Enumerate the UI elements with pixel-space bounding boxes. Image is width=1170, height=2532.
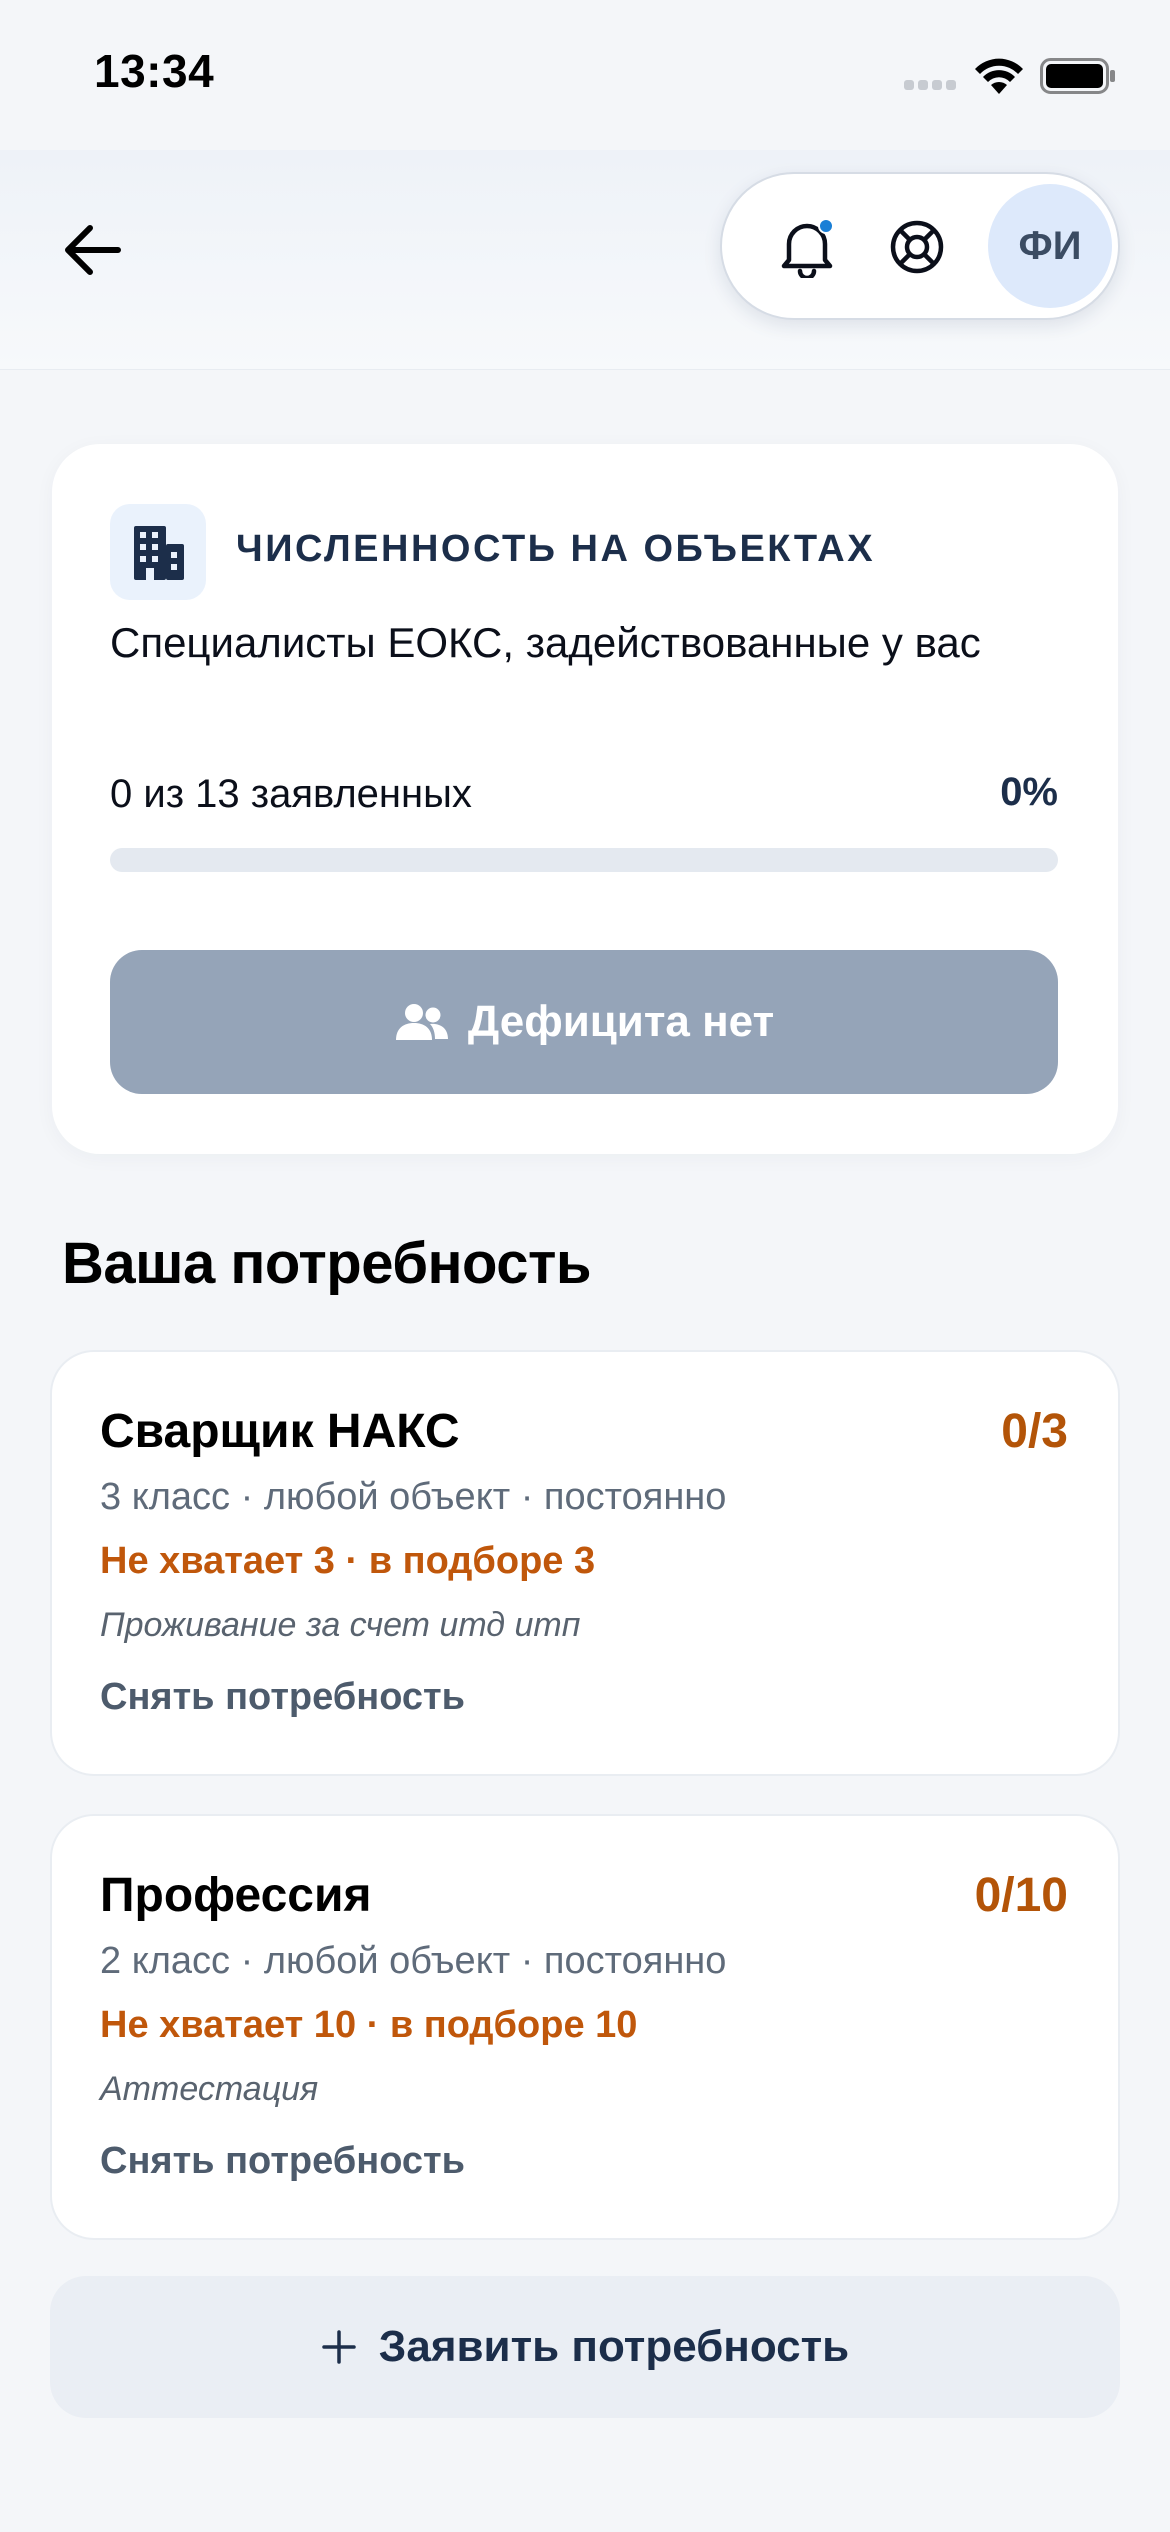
signal-icon — [904, 80, 956, 90]
plus-icon — [322, 2330, 356, 2364]
notifications-button[interactable] — [762, 202, 852, 292]
card-description: Специалисты ЕОКС, задействованные у вас — [110, 619, 981, 666]
need-count: 0/10 — [974, 1869, 1068, 1922]
need-title: Сварщик НАКС — [100, 1405, 460, 1458]
support-button[interactable] — [872, 202, 962, 292]
remove-need-button[interactable]: Снять потребность — [100, 1676, 465, 1719]
top-header: ФИ — [0, 150, 1170, 370]
need-note: Аттестация — [100, 2070, 319, 2108]
building-icon — [134, 526, 184, 580]
status-time: 13:34 — [94, 45, 215, 97]
progress-label: 0 из 13 заявленных — [110, 772, 472, 816]
need-note: Проживание за счет итд итп — [100, 1606, 581, 1644]
section-title: Ваша потребность — [62, 1231, 592, 1296]
need-shortage: Не хватает 3 · в подборе 3 — [100, 1540, 596, 1582]
support-lifebuoy-icon — [890, 220, 944, 274]
remove-need-button[interactable]: Снять потребность — [100, 2140, 465, 2183]
need-title: Профессия — [100, 1869, 372, 1922]
need-card: Профессия 0/10 2 класс · любой объект · … — [50, 1814, 1120, 2240]
staffing-card: ЧИСЛЕННОСТЬ НА ОБЪЕКТАХ Специалисты ЕОКС… — [52, 444, 1118, 1154]
need-count: 0/3 — [1001, 1405, 1068, 1458]
header-actions-pill: ФИ — [720, 172, 1120, 320]
need-meta: 3 класс · любой объект · постоянно — [100, 1476, 727, 1518]
building-icon-container — [110, 504, 206, 600]
add-need-label: Заявить потребность — [378, 2322, 850, 2371]
add-need-button[interactable]: Заявить потребность — [50, 2276, 1120, 2418]
need-meta: 2 класс · любой объект · постоянно — [100, 1940, 727, 1982]
back-button[interactable] — [52, 210, 132, 290]
no-deficit-button[interactable]: Дефицита нет — [110, 950, 1058, 1094]
progress-percent: 0% — [1000, 770, 1058, 814]
notification-dot — [818, 218, 834, 234]
battery-icon — [1040, 58, 1115, 94]
card-kicker: ЧИСЛЕННОСТЬ НА ОБЪЕКТАХ — [236, 528, 876, 570]
wifi-icon — [975, 58, 1023, 94]
arrow-left-icon — [65, 225, 121, 275]
status-bar: 13:34 — [0, 0, 1170, 150]
need-card: Сварщик НАКС 0/3 3 класс · любой объект … — [50, 1350, 1120, 1776]
need-shortage: Не хватает 10 · в подборе 10 — [100, 2004, 638, 2046]
progress-bar — [110, 848, 1058, 872]
no-deficit-label: Дефицита нет — [467, 997, 775, 1046]
user-avatar[interactable]: ФИ — [988, 184, 1112, 308]
people-icon — [395, 1004, 448, 1040]
